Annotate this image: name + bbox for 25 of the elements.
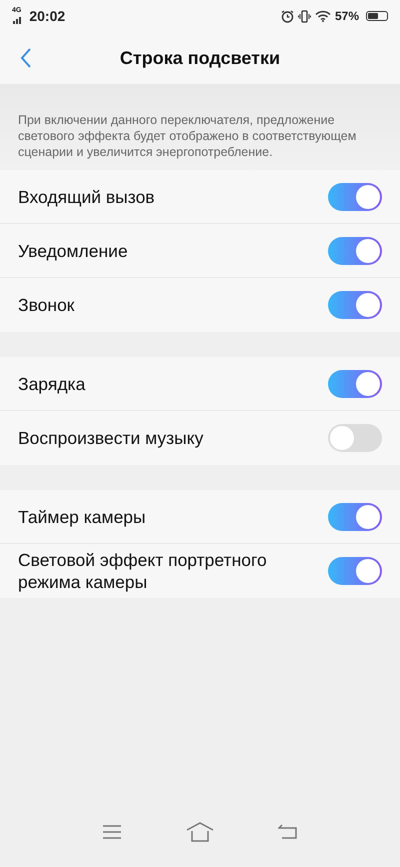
- toggle-switch[interactable]: [328, 236, 382, 264]
- setting-label: Воспроизвести музыку: [18, 427, 204, 449]
- back-icon[interactable]: [20, 47, 32, 69]
- alarm-icon: [280, 10, 294, 22]
- setting-label: Звонок: [18, 294, 74, 316]
- setting-label: Уведомление: [18, 240, 128, 262]
- toggle-switch[interactable]: [328, 291, 382, 319]
- toggle-switch[interactable]: [328, 424, 382, 452]
- battery-icon: [366, 11, 388, 21]
- setting-label: Световой эффект портретного режима камеры: [18, 549, 268, 593]
- vibrate-icon: [298, 10, 311, 22]
- setting-label: Таймер камеры: [18, 506, 146, 528]
- wifi-icon: [314, 10, 331, 22]
- toggle-switch[interactable]: [328, 557, 382, 585]
- setting-label: Зарядка: [18, 372, 86, 394]
- toggle-switch[interactable]: [328, 182, 382, 210]
- setting-label: Входящий вызов: [18, 186, 155, 208]
- page-title: Строка подсветки: [120, 48, 280, 68]
- menu-icon[interactable]: [102, 824, 122, 840]
- clock-time: 20:02: [29, 8, 66, 24]
- toggle-switch[interactable]: [328, 502, 382, 530]
- toggle-switch[interactable]: [328, 370, 382, 398]
- signal-icon: [13, 14, 24, 24]
- battery-percent: 57%: [334, 9, 359, 23]
- home-icon[interactable]: [186, 822, 214, 842]
